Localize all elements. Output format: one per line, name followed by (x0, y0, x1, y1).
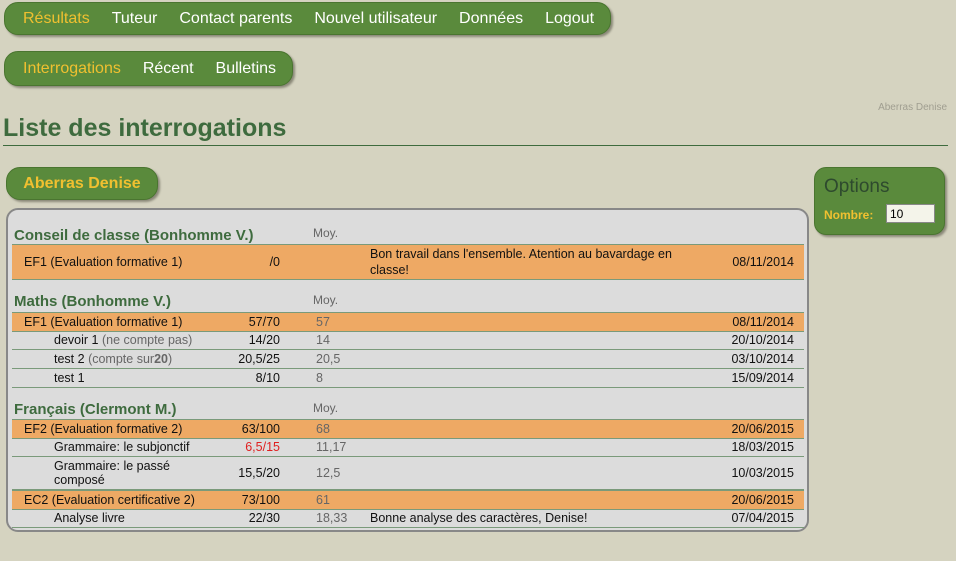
nombre-input[interactable] (886, 204, 935, 223)
date: 18/03/2015 (731, 440, 794, 454)
section-title: Maths (Bonhomme V.) (14, 293, 171, 310)
date: 03/10/2014 (731, 352, 794, 366)
section-title: Conseil de classe (Bonhomme V.) (14, 227, 254, 244)
average: 12,5 (316, 466, 341, 480)
subnav-recent[interactable]: Récent (143, 60, 194, 78)
moy-header: Moy. (313, 293, 339, 307)
test-note-extra-suffix: ) (167, 352, 173, 366)
subnav-bulletins[interactable]: Bulletins (216, 60, 276, 78)
eval-name: EF1 (Evaluation formative 1) (24, 255, 183, 269)
date: 10/03/2015 (731, 466, 794, 480)
moy-header: Moy. (313, 226, 339, 240)
average: 61 (316, 493, 330, 507)
test-note-extra-bold: 20 (154, 352, 168, 366)
average: 14 (316, 333, 330, 347)
note: 14/20 (248, 333, 280, 347)
note: /0 (269, 255, 280, 269)
average: 20,5 (316, 352, 341, 366)
note: 22/30 (248, 511, 280, 525)
comment: Bonne analyse des caractères, Denise! (370, 511, 588, 525)
note: 6,5/15 (245, 440, 280, 454)
date: 20/10/2014 (731, 333, 794, 347)
table-row: devoir 1 (ne compte pas) 14/20 14 20/10/… (12, 331, 804, 350)
nav-donnees[interactable]: Données (459, 10, 523, 28)
sub-nav: Interrogations Récent Bulletins (4, 51, 293, 86)
test-name: test 1 (54, 371, 85, 385)
test-note-extra: (ne compte pas) (101, 333, 193, 347)
nav-tuteur[interactable]: Tuteur (112, 10, 158, 28)
table-row: test 1 8/10 8 15/09/2014 (12, 369, 804, 388)
student-button[interactable]: Aberras Denise (6, 167, 158, 200)
test-name: test 2 (compte sur 20) (54, 350, 172, 368)
test-name: devoir 1 (ne compte pas) (54, 331, 192, 349)
date: 07/04/2015 (731, 511, 794, 525)
test-name: Grammaire: le subjonctif (54, 440, 190, 454)
test-name: Analyse livre (54, 511, 125, 525)
average: 18,33 (316, 511, 348, 525)
table-row: Analyse livre 22/30 18,33 Bonne analyse … (12, 509, 804, 528)
subnav-interrogations[interactable]: Interrogations (23, 60, 121, 78)
results-panel: Conseil de classe (Bonhomme V.) Moy. EF1… (6, 208, 809, 532)
eval-name: EF1 (Evaluation formative 1) (24, 315, 183, 329)
nav-logout[interactable]: Logout (545, 10, 594, 28)
test-label: devoir 1 (54, 333, 99, 347)
comment: Bon travail dans l'ensemble. Atention au… (370, 247, 672, 277)
note: 57/70 (248, 315, 280, 329)
table-row: Grammaire: le subjonctif 6,5/15 11,17 18… (12, 438, 804, 457)
average: 57 (316, 315, 330, 329)
test-name: Grammaire: le passé composé (54, 459, 171, 487)
nombre-label: Nombre: (824, 208, 874, 222)
title-divider (3, 145, 948, 146)
table-row: Grammaire: le passé composé 15,5/20 12,5… (12, 457, 804, 490)
note: 20,5/25 (238, 352, 280, 366)
page-title: Liste des interrogations (3, 114, 287, 142)
average: 68 (316, 422, 330, 436)
nav-contact-parents[interactable]: Contact parents (179, 10, 292, 28)
table-row: EF2 (Evaluation formative 2) 63/100 68 2… (12, 419, 804, 439)
date: 15/09/2014 (731, 371, 794, 385)
table-row: EF1 (Evaluation formative 1) /0 Bon trav… (12, 244, 804, 280)
table-row: EC2 (Evaluation certificative 2) 73/100 … (12, 490, 804, 510)
note: 73/100 (241, 493, 280, 507)
options-title: Options (824, 176, 890, 197)
section-title: Français (Clermont M.) (14, 401, 177, 418)
table-row: EF1 (Evaluation formative 1) 57/70 57 08… (12, 312, 804, 332)
date: 08/11/2014 (732, 315, 794, 329)
date: 20/06/2015 (731, 493, 794, 507)
nav-resultats[interactable]: Résultats (23, 10, 90, 28)
average: 11,17 (316, 440, 347, 454)
test-note-extra-prefix: (compte sur (88, 352, 155, 366)
date: 08/11/2014 (732, 255, 794, 269)
nav-nouvel-utilisateur[interactable]: Nouvel utilisateur (314, 10, 437, 28)
options-panel: Options Nombre: (814, 167, 945, 235)
main-nav: Résultats Tuteur Contact parents Nouvel … (4, 2, 611, 35)
note: 63/100 (241, 422, 280, 436)
note: 8/10 (255, 371, 280, 385)
date: 20/06/2015 (731, 422, 794, 436)
eval-name: EF2 (Evaluation formative 2) (24, 422, 183, 436)
moy-header: Moy. (313, 401, 339, 415)
note: 15,5/20 (238, 466, 280, 480)
average: 8 (316, 371, 323, 385)
table-row: test 2 (compte sur 20) 20,5/25 20,5 03/1… (12, 350, 804, 369)
eval-name: EC2 (Evaluation certificative 2) (24, 493, 195, 507)
current-user-label: Aberras Denise (878, 102, 947, 113)
test-label: test 2 (54, 352, 85, 366)
